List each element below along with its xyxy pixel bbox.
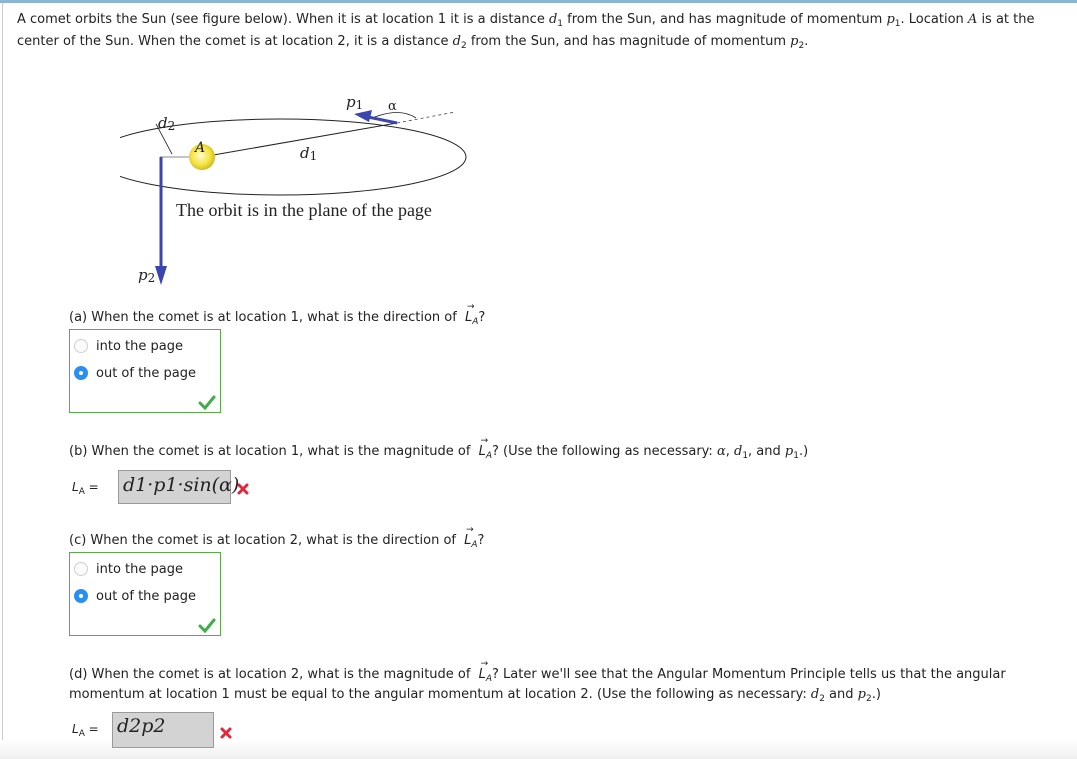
answer-input-b[interactable]: d1·p1·sin(α) xyxy=(118,470,239,504)
vector-LA: → LA xyxy=(464,525,478,551)
vector-arrow-icon: → xyxy=(480,436,489,446)
label-L: L xyxy=(72,722,79,736)
var-p1: p xyxy=(886,12,895,27)
question-text: ? xyxy=(478,310,486,325)
sep: , xyxy=(725,444,734,459)
var-alpha: α xyxy=(716,444,726,459)
correct-check-icon xyxy=(198,618,216,633)
option-out-of-page[interactable]: out of the page xyxy=(74,363,196,383)
radio-button[interactable] xyxy=(74,562,88,576)
vector-arrow-icon: → xyxy=(466,525,474,535)
option-into-page[interactable]: into the page xyxy=(74,559,183,579)
var-p2: p xyxy=(857,687,866,702)
vector-sub: A xyxy=(485,451,492,461)
sep: , and xyxy=(748,444,785,459)
top-border xyxy=(0,0,1077,3)
intro-text: from the Sun, and has magnitude of momen… xyxy=(563,12,887,27)
option-into-page[interactable]: into the page xyxy=(74,336,183,356)
question-a: (a) When the comet is at location 1, wha… xyxy=(69,302,486,328)
vector-sub: A xyxy=(472,317,479,327)
label-p2: p2 xyxy=(138,266,155,285)
var-d2: d xyxy=(452,34,461,49)
incorrect-x-icon xyxy=(220,727,232,739)
intro-text: A comet orbits the Sun (see figure below… xyxy=(17,12,549,27)
equals: = xyxy=(84,722,99,736)
label-alpha: α xyxy=(388,99,397,114)
vector-LA: → LA xyxy=(479,436,492,462)
option-label: out of the page xyxy=(96,365,197,381)
question-text: (c) When the comet is at location 2, wha… xyxy=(69,533,461,548)
question-text: ? xyxy=(477,533,485,548)
vector-arrow-icon: → xyxy=(480,659,489,669)
vector-arrow-icon: → xyxy=(466,302,475,312)
incorrect-x-icon xyxy=(237,483,249,495)
question-b: (b) When the comet is at location 1, wha… xyxy=(69,436,809,462)
var-A: A xyxy=(967,12,978,27)
question-text: (d) When the comet is at location 2, wha… xyxy=(69,667,475,682)
choices-a: into the page out of the page xyxy=(69,329,221,413)
problem-statement: A comet orbits the Sun (see figure below… xyxy=(17,9,1067,53)
question-text: (a) When the comet is at location 1, wha… xyxy=(69,310,461,325)
radio-button-selected[interactable] xyxy=(74,366,88,380)
option-label: out of the page xyxy=(96,588,197,604)
label-L: L xyxy=(72,480,79,494)
option-label: into the page xyxy=(96,561,183,577)
vector-LA: → LA xyxy=(479,659,492,685)
radio-button[interactable] xyxy=(74,339,88,353)
vector-sub: A xyxy=(471,540,478,550)
vector-LA: → LA xyxy=(465,302,479,328)
var-d2: d xyxy=(810,687,820,702)
left-border xyxy=(2,3,3,759)
question-c: (c) When the comet is at location 2, wha… xyxy=(69,525,485,551)
question-text: .) xyxy=(871,687,881,702)
vector-sub: A xyxy=(485,674,492,684)
intro-text: . xyxy=(804,34,809,49)
question-d: (d) When the comet is at location 2, wha… xyxy=(69,659,1049,705)
question-text: (b) When the comet is at location 1, wha… xyxy=(69,444,475,459)
orbit-figure: p1 α d2 A d1 The orbit is in the plane o… xyxy=(120,93,467,285)
answer-label-d: LA = xyxy=(72,722,99,739)
radio-button-selected[interactable] xyxy=(74,589,88,603)
p2-arrow-head xyxy=(155,266,167,285)
label-A: A xyxy=(193,140,205,156)
question-text: ? (Use the following as necessary: xyxy=(492,444,717,459)
option-label: into the page xyxy=(96,338,183,354)
p1-arrow-shaft xyxy=(367,115,398,125)
label-d2: d2 xyxy=(158,114,175,133)
label-p1: p1 xyxy=(346,93,363,112)
figure-caption: The orbit is in the plane of the page xyxy=(176,200,432,220)
intro-text: . Location xyxy=(900,12,968,27)
intro-text: from the Sun, and has magnitude of momen… xyxy=(466,34,791,49)
question-text: .) xyxy=(798,444,809,459)
equals: = xyxy=(84,480,99,494)
option-out-of-page[interactable]: out of the page xyxy=(74,586,196,606)
answer-input-d[interactable]: d2p2 xyxy=(112,712,214,748)
correct-check-icon xyxy=(198,395,216,410)
choices-c: into the page out of the page xyxy=(69,552,221,636)
var-p1: p xyxy=(784,444,794,459)
label-d1: d1 xyxy=(300,144,317,163)
sep: and xyxy=(824,687,858,702)
answer-label-b: LA = xyxy=(72,480,99,497)
